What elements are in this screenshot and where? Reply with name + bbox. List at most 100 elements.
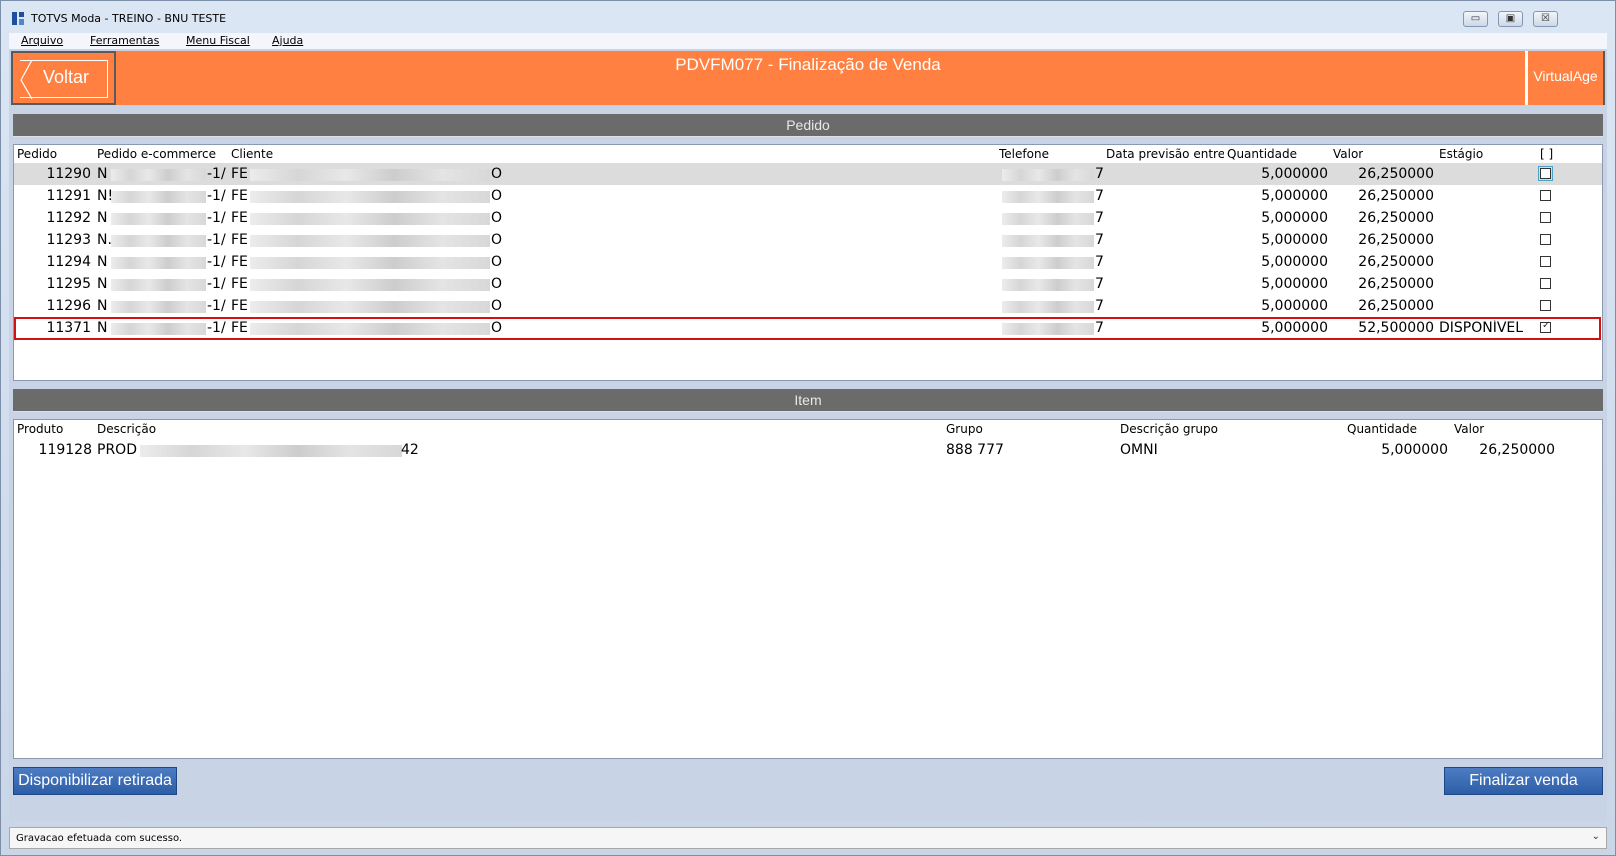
redacted-cliente xyxy=(250,191,490,203)
telefone-cell-end: 7 xyxy=(1095,188,1104,204)
quantidade-cell: 5,000000 xyxy=(1261,298,1328,314)
col-item-quantidade[interactable]: Quantidade xyxy=(1347,422,1417,436)
quantidade-cell: 5,000000 xyxy=(1261,188,1328,204)
row-checkbox[interactable] xyxy=(1538,166,1553,181)
col-grupo[interactable]: Grupo xyxy=(946,422,983,436)
produto-cell: 119128 xyxy=(38,442,92,458)
col-quantidade[interactable]: Quantidade xyxy=(1227,147,1297,161)
col-telefone[interactable]: Telefone xyxy=(999,147,1049,161)
cliente-cell-end: O xyxy=(491,166,503,182)
item-valor-cell: 26,250000 xyxy=(1479,442,1555,458)
cliente-cell-end: O xyxy=(491,254,503,270)
menu-bar: Arquivo Ferramentas Menu Fiscal Ajuda xyxy=(9,33,1607,49)
menu-fiscal[interactable]: Menu Fiscal xyxy=(186,34,250,47)
descricao-grupo-cell: OMNI xyxy=(1120,442,1158,458)
menu-ferramentas[interactable]: Ferramentas xyxy=(90,34,159,47)
cliente-cell-start: FE xyxy=(231,188,248,204)
quantidade-cell: 5,000000 xyxy=(1261,254,1328,270)
status-bar[interactable]: Gravacao efetuada com sucesso. ⌄ xyxy=(9,827,1607,849)
telefone-cell-end: 7 xyxy=(1095,276,1104,292)
redacted-ecommerce xyxy=(111,235,206,247)
redacted-ecommerce xyxy=(111,279,206,291)
col-select[interactable]: [ ] xyxy=(1540,147,1553,161)
ecommerce-cell-start: N xyxy=(97,298,108,314)
application-window: TOTVS Moda - TREINO - BNU TESTE ▭ ▣ ☒ Ar… xyxy=(0,0,1616,856)
window-title: TOTVS Moda - TREINO - BNU TESTE xyxy=(31,12,227,25)
row-checkbox[interactable] xyxy=(1540,278,1551,289)
pedido-cell: 11292 xyxy=(46,210,91,226)
quantidade-cell: 5,000000 xyxy=(1261,166,1328,182)
redacted-ecommerce xyxy=(111,169,206,181)
col-estagio[interactable]: Estágio xyxy=(1439,147,1483,161)
minimize-button[interactable]: ▭ xyxy=(1463,11,1488,27)
row-checkbox[interactable] xyxy=(1540,234,1551,245)
telefone-cell-end: 7 xyxy=(1095,254,1104,270)
table-row[interactable]: 11293 N. -1/FE O 7 5,000000 26,250000 xyxy=(14,229,1602,251)
col-cliente[interactable]: Cliente xyxy=(231,147,273,161)
item-quantidade-cell: 5,000000 xyxy=(1381,442,1448,458)
col-produto[interactable]: Produto xyxy=(17,422,63,436)
maximize-button[interactable]: ▣ xyxy=(1498,11,1523,27)
ecommerce-cell-end: -1/ xyxy=(207,188,226,204)
table-row[interactable]: 11295 N -1/FE O 7 5,000000 26,250000 xyxy=(14,273,1602,295)
col-data-previsao[interactable]: Data previsão entre xyxy=(1106,147,1224,161)
redacted-ecommerce xyxy=(111,301,206,313)
pedido-cell: 11291 xyxy=(46,188,91,204)
row-checkbox[interactable] xyxy=(1540,256,1551,267)
redacted-descricao xyxy=(140,445,402,457)
maximize-icon: ▣ xyxy=(1505,13,1516,24)
table-row[interactable]: 11292 N -1/FE O 7 5,000000 26,250000 xyxy=(14,207,1602,229)
redacted-ecommerce xyxy=(111,257,206,269)
item-section-header: Item xyxy=(13,389,1603,412)
menu-arquivo[interactable]: Arquivo xyxy=(21,34,63,47)
col-descricao-grupo[interactable]: Descrição grupo xyxy=(1120,422,1218,436)
finalizar-venda-button[interactable]: Finalizar venda xyxy=(1444,767,1603,795)
col-valor[interactable]: Valor xyxy=(1333,147,1363,161)
table-row[interactable]: 11290 N -1/FE O 7 5,000000 26,250000 xyxy=(14,163,1602,185)
row-checkbox[interactable] xyxy=(1540,190,1551,201)
valor-cell: 26,250000 xyxy=(1358,232,1434,248)
col-descricao[interactable]: Descrição xyxy=(97,422,156,436)
virtualage-button[interactable]: VirtualAge xyxy=(1525,51,1605,105)
ecommerce-cell-end: -1/ xyxy=(207,276,226,292)
valor-cell: 26,250000 xyxy=(1358,254,1434,270)
redacted-cliente xyxy=(250,213,490,225)
grupo-cell: 888 777 xyxy=(946,442,1004,458)
page-header: Voltar PDVFM077 - Finalização de Venda V… xyxy=(11,51,1605,105)
redacted-cliente xyxy=(250,257,490,269)
table-row[interactable]: 11294 N -1/FE O 7 5,000000 26,250000 xyxy=(14,251,1602,273)
valor-cell: 26,250000 xyxy=(1358,276,1434,292)
ecommerce-cell-end: -1/ xyxy=(207,166,226,182)
col-item-valor[interactable]: Valor xyxy=(1454,422,1484,436)
chevron-down-icon[interactable]: ⌄ xyxy=(1592,831,1600,842)
cliente-cell-end: O xyxy=(491,232,503,248)
table-row[interactable]: 119128 PROD 42 888 777 OMNI 5,000000 26,… xyxy=(14,439,1602,461)
col-pedido-ecommerce[interactable]: Pedido e-commerce xyxy=(97,147,216,161)
redacted-cliente xyxy=(250,235,490,247)
ecommerce-cell-start: N xyxy=(97,254,108,270)
table-row[interactable]: 11291 N! -1/FE O 7 5,000000 26,250000 xyxy=(14,185,1602,207)
item-grid[interactable]: Produto Descrição Grupo Descrição grupo … xyxy=(13,419,1603,759)
cliente-cell-end: O xyxy=(491,276,503,292)
quantidade-cell: 5,000000 xyxy=(1261,276,1328,292)
row-checkbox[interactable] xyxy=(1540,300,1551,311)
table-row[interactable]: 11296 N -1/FE O 7 5,000000 26,250000 xyxy=(14,295,1602,317)
valor-cell: 26,250000 xyxy=(1358,166,1434,182)
pedido-cell: 11294 xyxy=(46,254,91,270)
menu-ajuda[interactable]: Ajuda xyxy=(272,34,303,47)
status-message: Gravacao efetuada com sucesso. xyxy=(16,833,183,844)
quantidade-cell: 5,000000 xyxy=(1261,210,1328,226)
row-checkbox[interactable] xyxy=(1540,212,1551,223)
close-button[interactable]: ☒ xyxy=(1533,11,1558,27)
ecommerce-cell-start: N xyxy=(97,166,108,182)
pedido-cell: 11296 xyxy=(46,298,91,314)
redacted-telefone xyxy=(1002,213,1094,225)
pedido-grid[interactable]: Pedido Pedido e-commerce Cliente Telefon… xyxy=(13,144,1603,381)
col-pedido[interactable]: Pedido xyxy=(17,147,57,161)
disponibilizar-retirada-button[interactable]: Disponibilizar retirada xyxy=(13,767,177,795)
redacted-cliente xyxy=(250,279,490,291)
pedido-cell: 11290 xyxy=(46,166,91,182)
ecommerce-cell-end: -1/ xyxy=(207,210,226,226)
cliente-cell-start: FE xyxy=(231,210,248,226)
form-client-area: Voltar PDVFM077 - Finalização de Venda V… xyxy=(9,49,1607,821)
